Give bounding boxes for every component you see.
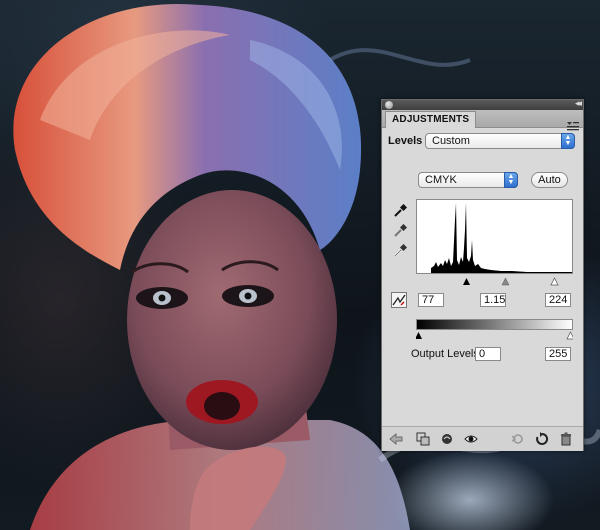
levels-histogram bbox=[416, 199, 573, 274]
preset-value: Custom bbox=[432, 135, 470, 147]
clip-to-layer-icon[interactable] bbox=[416, 432, 430, 446]
channel-select[interactable]: CMYK ▲ ▼ bbox=[418, 172, 518, 188]
return-arrow-icon[interactable] bbox=[389, 432, 403, 446]
input-gamma-handle[interactable] bbox=[501, 277, 510, 286]
black-point-eyedropper-icon[interactable] bbox=[393, 203, 408, 218]
input-black-handle[interactable] bbox=[463, 278, 470, 285]
panel-close-button[interactable] bbox=[385, 101, 393, 109]
panel-tab-row: ADJUSTMENTS bbox=[382, 110, 583, 131]
preset-label: Levels bbox=[388, 135, 423, 147]
output-levels-label: Output Levels: bbox=[411, 348, 482, 360]
reset-icon[interactable] bbox=[535, 432, 549, 446]
input-white-field[interactable]: 224 bbox=[545, 293, 571, 307]
eye-icon[interactable] bbox=[464, 432, 478, 446]
channel-value: CMYK bbox=[425, 174, 457, 186]
gray-point-eyedropper-icon[interactable] bbox=[393, 223, 408, 238]
previous-state-icon[interactable] bbox=[510, 432, 524, 446]
input-gamma-field[interactable]: 1.15 bbox=[480, 293, 506, 307]
preset-select[interactable]: Custom ▲ ▼ bbox=[425, 133, 575, 149]
output-black-handle[interactable] bbox=[416, 332, 422, 339]
select-arrows-icon: ▲ ▼ bbox=[561, 133, 575, 149]
histogram-graph bbox=[431, 203, 572, 273]
calculate-histogram-icon[interactable] bbox=[391, 292, 407, 308]
output-white-handle[interactable] bbox=[566, 331, 573, 340]
white-point-eyedropper-icon[interactable] bbox=[393, 243, 408, 258]
output-levels-slider[interactable] bbox=[416, 330, 573, 340]
panel-collapse-icon[interactable]: ◂◂ bbox=[575, 98, 582, 109]
layer-visibility-icon[interactable] bbox=[440, 432, 454, 446]
input-levels-slider[interactable] bbox=[416, 276, 573, 286]
input-black-field[interactable]: 77 bbox=[418, 293, 444, 307]
output-black-field[interactable]: 0 bbox=[475, 347, 501, 361]
input-white-handle[interactable] bbox=[550, 277, 559, 286]
panel-footer-toolbar bbox=[382, 426, 583, 451]
adjustments-panel: ◂◂ ADJUSTMENTS Levels Custom ▲ ▼ CMYK ▲ ▼ … bbox=[381, 98, 584, 451]
trash-icon[interactable] bbox=[559, 432, 573, 446]
panel-titlebar[interactable]: ◂◂ bbox=[382, 98, 583, 110]
output-white-field[interactable]: 255 bbox=[545, 347, 571, 361]
auto-button[interactable]: Auto bbox=[531, 172, 568, 188]
tab-adjustments[interactable]: ADJUSTMENTS bbox=[385, 111, 477, 128]
select-arrows-icon: ▲ ▼ bbox=[504, 172, 518, 188]
output-gradient-bar bbox=[416, 319, 573, 330]
